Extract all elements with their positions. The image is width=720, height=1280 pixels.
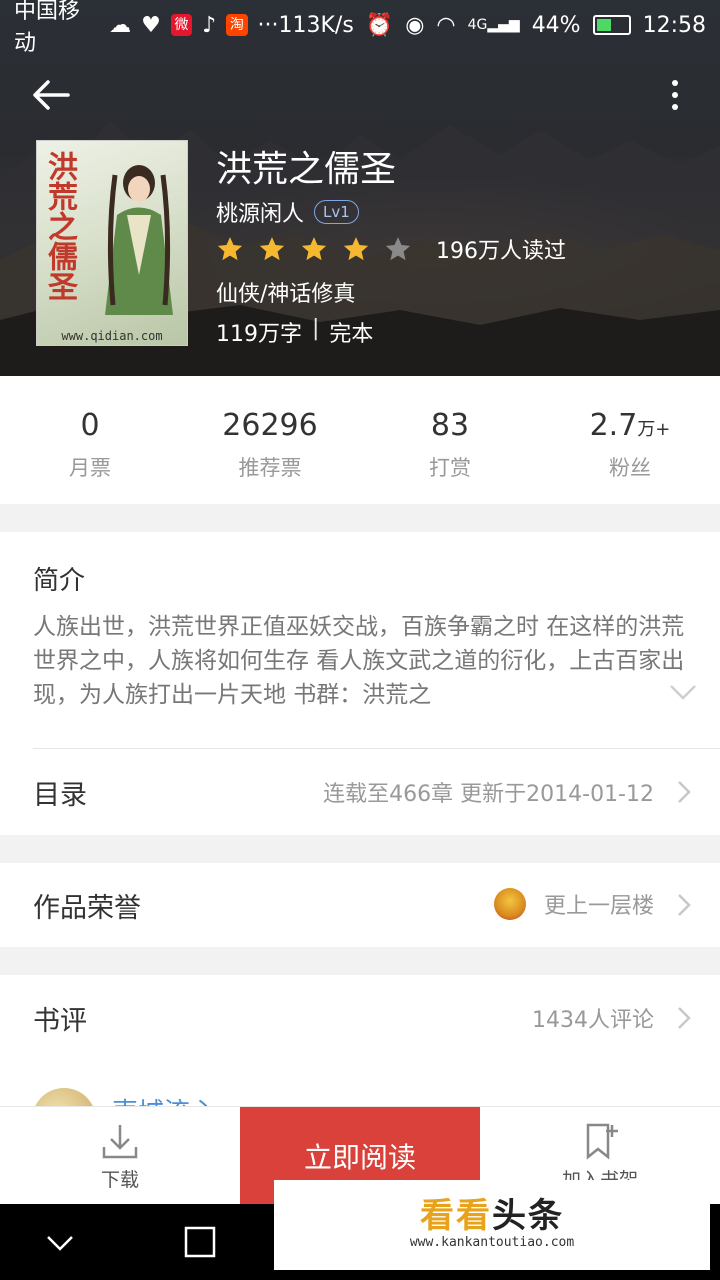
star-filled-icon <box>259 237 285 261</box>
book-status: 完本 <box>329 322 374 347</box>
weibo-icon: 微 <box>170 14 193 36</box>
cover-figure <box>105 165 173 315</box>
alarm-icon: ⏰ <box>365 12 394 38</box>
catalog-title: 目录 <box>33 779 87 811</box>
stat-label: 粉丝 <box>609 456 651 480</box>
stat-tips[interactable]: 83 打赏 <box>360 376 540 504</box>
stat-monthly-ticket[interactable]: 0 月票 <box>0 376 180 504</box>
carrier-label: 中国移动 <box>14 0 81 56</box>
back-arrow-icon[interactable] <box>28 72 74 118</box>
wifi-icon: ◠ <box>436 12 456 38</box>
stat-fans[interactable]: 2.7万+ 粉丝 <box>540 376 720 504</box>
meta-separator: | <box>312 316 320 341</box>
star-empty-icon <box>385 237 411 261</box>
stat-label: 打赏 <box>429 456 471 480</box>
chevron-down-icon[interactable] <box>668 680 698 704</box>
download-label: 下载 <box>100 1169 139 1191</box>
honor-title: 作品荣誉 <box>33 892 141 924</box>
tiktok-icon: ♪ <box>202 12 217 38</box>
catalog-info: 连载至466章 更新于2014-01-12 <box>323 782 654 807</box>
intro-title: 简介 <box>33 566 86 596</box>
reviews-count: 1434人评论 <box>532 1008 654 1033</box>
more-dots-icon: ··· <box>257 12 279 38</box>
stat-recommend-ticket[interactable]: 26296 推荐票 <box>180 376 360 504</box>
chevron-right-icon <box>678 894 691 916</box>
battery-percent: 44% <box>531 12 581 38</box>
stat-label: 推荐票 <box>238 456 302 480</box>
honor-row[interactable]: 作品荣誉 更上一层楼 <box>0 863 720 947</box>
author-row: 桃源闲人 Lv1 <box>216 196 359 228</box>
battery-icon <box>592 15 631 35</box>
chevron-right-icon <box>678 1007 691 1029</box>
catalog-row[interactable]: 目录 连载至466章 更新于2014-01-12 <box>0 749 720 835</box>
status-bar: 中国移动 ☁ ♥ 微 ♪ 淘 ··· 113K/s ⏰ ◉ ◠ 4G▂▄▆ 44… <box>0 0 720 56</box>
eye-icon: ◉ <box>405 12 425 38</box>
taobao-icon: 淘 <box>226 14 248 36</box>
reviews-row[interactable]: 书评 1434人评论 <box>0 975 720 1061</box>
cover-title: 洪荒之儒圣 <box>42 151 77 301</box>
chevron-right-icon <box>678 781 691 803</box>
star-filled-icon <box>301 237 327 261</box>
download-button[interactable]: 下载 <box>0 1107 240 1205</box>
book-meta: 119万字 | 完本 <box>216 316 373 348</box>
star-filled-icon <box>217 237 243 261</box>
stat-label: 月票 <box>69 456 111 480</box>
book-header: 中国移动 ☁ ♥ 微 ♪ 淘 ··· 113K/s ⏰ ◉ ◠ 4G▂▄▆ 44… <box>0 0 720 376</box>
download-icon <box>102 1125 138 1159</box>
word-count: 119万字 <box>216 322 302 347</box>
network-speed: 113K/s <box>278 12 354 38</box>
nav-collapse-icon[interactable] <box>40 1222 80 1262</box>
signal-icon: 4G▂▄▆ <box>467 17 520 33</box>
author-name[interactable]: 桃源闲人 <box>216 196 304 228</box>
clock: 12:58 <box>642 12 706 38</box>
section-gap <box>0 835 720 863</box>
rating-row: 196万人读过 <box>216 233 566 265</box>
honor-info: 更上一层楼 <box>543 893 654 919</box>
cover-site: www.qidian.com <box>61 329 163 343</box>
medal-icon <box>493 887 526 920</box>
author-level-badge: Lv1 <box>314 200 359 224</box>
book-cover[interactable]: 洪荒之儒圣 www.qidian.com <box>36 140 188 346</box>
stats-row: 0 月票 26296 推荐票 83 打赏 2.7万+ 粉丝 <box>0 376 720 504</box>
star-filled-icon <box>343 237 369 261</box>
more-options-icon[interactable] <box>660 72 690 118</box>
book-title: 洪荒之儒圣 <box>216 149 397 190</box>
cloud-icon: ☁ <box>109 12 132 38</box>
nav-recent-icon[interactable] <box>180 1222 220 1262</box>
watermark-logo: 看看头条 www.kankantoutiao.com <box>274 1180 710 1270</box>
section-gap <box>0 947 720 975</box>
intro-section[interactable]: 简介 人族出世，洪荒世界正值巫妖交战，百族争霸之时 在这样的洪荒世界之中，人族将… <box>0 532 720 748</box>
heart-icon: ♥ <box>141 12 161 38</box>
bookmark-add-icon <box>586 1123 618 1160</box>
read-count: 196万人读过 <box>436 239 566 264</box>
reviews-title: 书评 <box>33 1005 87 1037</box>
rating-stars <box>216 235 412 263</box>
book-genre: 仙侠/神话修真 <box>216 282 356 307</box>
section-gap <box>0 504 720 532</box>
